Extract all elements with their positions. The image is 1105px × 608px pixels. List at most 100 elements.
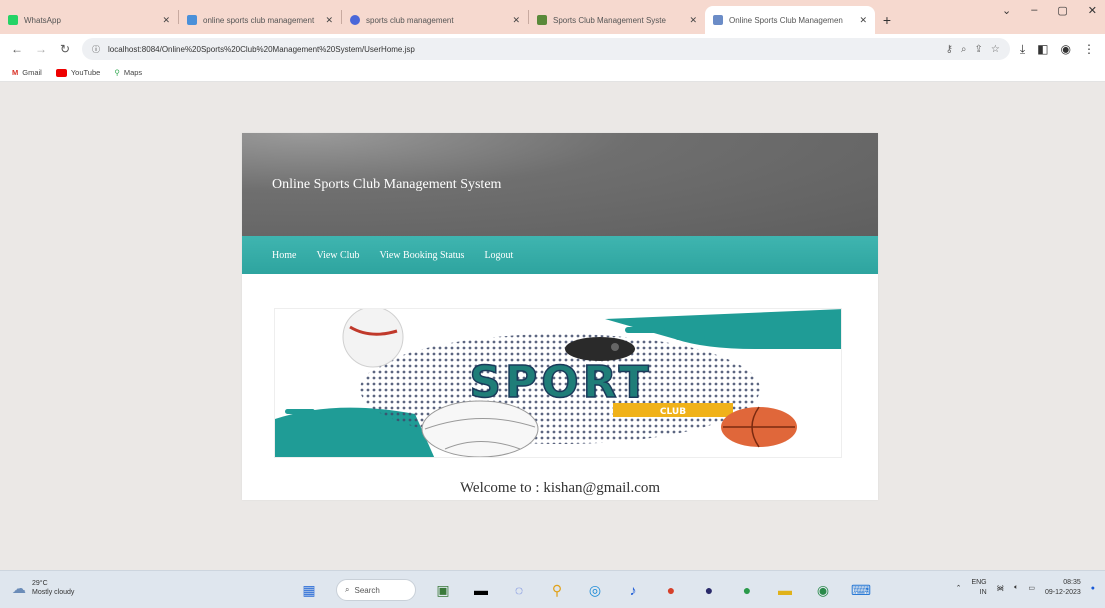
site-container: Online Sports Club Management System Hom… [242,133,878,500]
nav-view-club[interactable]: View Club [316,250,359,261]
menu-icon[interactable]: ⋮ [1083,42,1095,57]
explorer-icon[interactable]: ⚲ [546,579,568,601]
nav-view-booking-status[interactable]: View Booking Status [379,250,464,261]
maximize-button[interactable]: ▢ [1057,4,1067,17]
tab-title: online sports club management [203,15,315,25]
download-icon[interactable]: ⤓ [1020,42,1025,57]
welcome-message: Welcome to : kishan@gmail.com [459,480,661,496]
youtube-icon [55,68,67,77]
app2-icon[interactable]: ● [736,579,758,601]
close-icon[interactable]: ✕ [689,15,697,26]
gmail-icon: M [12,68,19,77]
site-title: Online Sports Club Management System [272,176,502,192]
reload-icon[interactable]: ↻ [58,42,72,56]
taskbar-apps: ▦ ⌕ Search ▣ ▬ ◌ ⚲ ◎ ♪ ● ● ● ▬ ◉ ⌨ [298,579,872,601]
taskbar-search[interactable]: ⌕ Search [336,579,416,601]
weather-condition: Mostly cloudy [32,589,75,596]
site-header: Online Sports Club Management System [242,133,878,236]
bookmark-label: Maps [123,68,143,77]
volleyball-icon [421,400,539,457]
eclipse-icon[interactable]: ● [698,579,720,601]
chrome-active-icon[interactable]: ◉ [812,579,834,601]
banner-sport-text: SPORT [469,357,652,408]
star-icon[interactable]: ☆ [991,44,1000,55]
lang-top: ENG [971,579,987,586]
site-info-icon[interactable]: ⓘ [92,44,100,55]
tab-title: Sports Club Management Syste [553,15,666,25]
page-viewport: Online Sports Club Management System Hom… [0,82,1105,570]
banner-club-text: CLUB [660,407,686,417]
globe-icon [350,15,360,25]
folder-icon[interactable]: ▬ [774,579,796,601]
tab-title: sports club management [366,15,454,25]
chrome-icon[interactable]: ● [660,579,682,601]
share-icon[interactable]: ⇪ [975,44,983,55]
search-placeholder: Search [354,585,380,595]
new-tab-button[interactable]: + [875,6,899,34]
nav-logout[interactable]: Logout [484,250,513,261]
site-nav: Home View Club View Booking Status Logou… [242,236,878,274]
bookmark-label: YouTube [70,68,101,77]
sport-banner-graphic: SPORT CLUB [275,309,841,457]
close-icon[interactable]: ✕ [162,15,170,26]
task-view-icon[interactable]: ▬ [470,579,492,601]
page-icon [713,15,723,25]
windows-start-icon[interactable]: ▦ [298,579,320,601]
close-icon[interactable]: ✕ [859,15,867,26]
app-icon[interactable]: ♪ [622,579,644,601]
speaker-icon[interactable]: 🔈︎ [1014,584,1018,592]
tab-online-sports-club-active[interactable]: Online Sports Club Managemen ✕ [705,6,875,34]
bookmark-gmail[interactable]: M Gmail [12,68,42,77]
omnibox-actions: ⚷ ⌕ ⇪ ☆ [946,44,1000,55]
window-controls: ⌄ – ▢ ✕ [1002,4,1097,17]
chevron-up-icon[interactable]: ⌃ [956,584,962,592]
forward-icon[interactable]: → [34,42,48,56]
weather-widget[interactable]: ☁ 29°C Mostly cloudy [12,579,74,597]
bookmarks-bar: M Gmail YouTube ⚲ Maps [0,64,1105,82]
system-tray: ⌃ ENG IN ᯼ 🔈︎ ▭ 08:35 09-12-2023 ● [956,578,1095,598]
bookmark-youtube[interactable]: YouTube [55,68,101,77]
edge-icon[interactable]: ◎ [584,579,606,601]
browser-toolbar: ← → ↻ ⓘ localhost:8084/Online%20Sports%2… [0,34,1105,64]
tab-sports-club-system[interactable]: Sports Club Management Syste ✕ [529,6,705,34]
language-indicator[interactable]: ENG IN [971,578,986,598]
bookmark-maps[interactable]: ⚲ Maps [114,68,142,77]
profile-icon[interactable]: ◉ [1061,42,1071,57]
zoom-icon[interactable]: ⌕ [961,44,967,55]
close-icon[interactable]: ✕ [325,15,333,26]
chat-icon[interactable]: ◌ [508,579,530,601]
tab-title: WhatsApp [24,15,61,25]
battery-icon[interactable]: ▭ [1028,584,1035,592]
tab-online-sports-search[interactable]: online sports club management ✕ [179,6,341,34]
bookmark-label: Gmail [22,68,42,77]
key-icon[interactable]: ⚷ [946,44,953,55]
tab-sports-club-search[interactable]: sports club management ✕ [342,6,528,34]
tab-title: Online Sports Club Managemen [729,15,843,25]
lang-bottom: IN [979,589,987,596]
back-icon[interactable]: ← [10,42,24,56]
search-icon: ⌕ [345,585,350,594]
browser-tab-strip: WhatsApp ✕ online sports club management… [0,0,1105,34]
tab-whatsapp[interactable]: WhatsApp ✕ [0,6,178,34]
site-icon [537,15,547,25]
nav-home[interactable]: Home [272,250,296,261]
weather-text: 29°C Mostly cloudy [32,579,74,597]
windows-taskbar: ☁ 29°C Mostly cloudy ▦ ⌕ Search ▣ ▬ ◌ ⚲ ◎… [0,570,1105,608]
sidebar-icon[interactable]: ◧ [1037,42,1048,57]
clock[interactable]: 08:35 09-12-2023 [1045,578,1081,598]
maps-icon: ⚲ [114,68,120,77]
tab-search-icon[interactable]: ⌄ [1002,4,1011,17]
cloud-icon: ☁ [12,579,26,596]
widgets-icon[interactable]: ▣ [432,579,454,601]
time: 08:35 [1063,579,1081,586]
notification-icon[interactable]: ● [1091,585,1095,592]
vscode-icon[interactable]: ⌨ [850,579,872,601]
address-bar[interactable]: ⓘ localhost:8084/Online%20Sports%20Club%… [82,38,1010,60]
temperature: 29°C [32,580,48,587]
minimize-button[interactable]: – [1031,4,1037,17]
whatsapp-icon [8,15,18,25]
close-window-button[interactable]: ✕ [1088,4,1097,17]
url-text: localhost:8084/Online%20Sports%20Club%20… [108,44,415,54]
close-icon[interactable]: ✕ [512,15,520,26]
wifi-icon[interactable]: ᯼ [997,584,1005,593]
